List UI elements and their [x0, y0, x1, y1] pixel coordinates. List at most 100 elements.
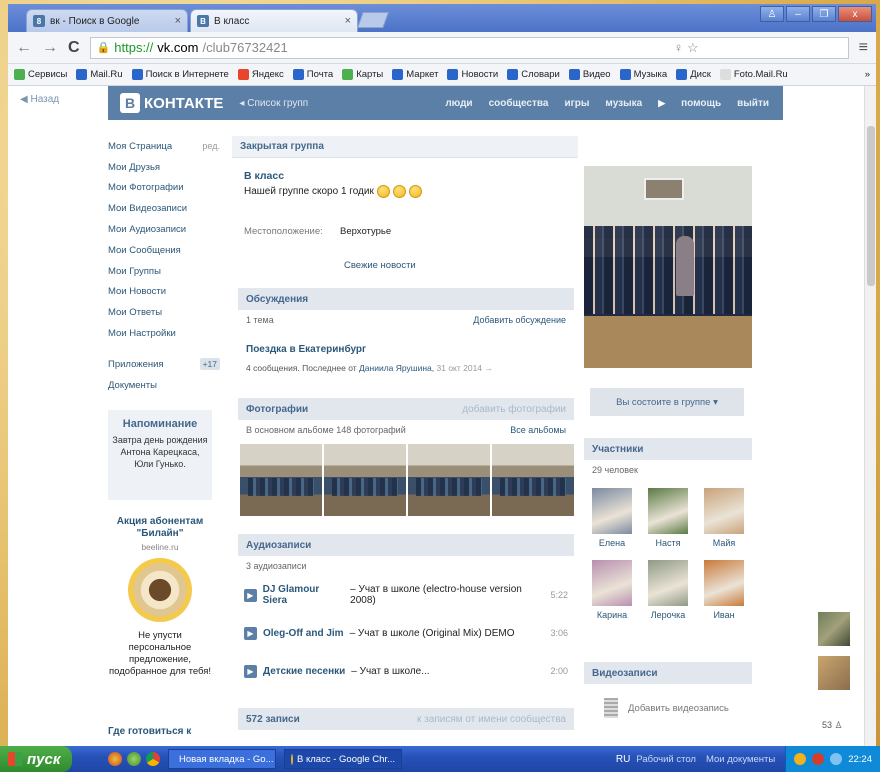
back-link[interactable]: ◀ Назад: [20, 94, 59, 105]
bookmark-item[interactable]: Карты: [342, 69, 383, 80]
bookmark-item[interactable]: Диск: [676, 69, 711, 80]
member-card[interactable]: Карина: [584, 560, 640, 620]
members-header[interactable]: Участники: [584, 438, 752, 460]
media-icon[interactable]: [127, 752, 141, 766]
track-artist[interactable]: Детские песенки: [263, 666, 345, 677]
thread-date[interactable]: 31 окт 2014: [437, 363, 483, 373]
photo-thumbnail[interactable]: [240, 444, 322, 516]
taskbar-vk-window[interactable]: В класс - Google Chr...: [284, 749, 402, 769]
menu-apps[interactable]: Приложения +17: [108, 354, 220, 375]
close-tab-icon[interactable]: ×: [175, 15, 181, 27]
minimize-icon[interactable]: –: [786, 6, 810, 22]
bookmark-item[interactable]: Яндекс: [237, 69, 284, 80]
documents-toolbar[interactable]: Мои документы: [706, 754, 775, 765]
edit-link[interactable]: ред.: [202, 141, 220, 151]
bookmark-item[interactable]: Маркет: [392, 69, 438, 80]
bookmark-item[interactable]: Mail.Ru: [76, 69, 123, 80]
menu-news[interactable]: Мои Новости: [108, 282, 220, 303]
close-window-icon[interactable]: x: [838, 6, 872, 22]
thread-author[interactable]: Даниила Ярушина,: [359, 363, 434, 373]
group-photo[interactable]: [584, 166, 752, 368]
tab-google-search[interactable]: 8 вк - Поиск в Google ×: [26, 9, 188, 32]
track-artist[interactable]: Oleg-Off and Jim: [263, 628, 344, 639]
tab-vk-group[interactable]: B В класс ×: [190, 9, 358, 32]
maximize-icon[interactable]: ❐: [812, 6, 836, 22]
back-arrow-icon[interactable]: ←: [16, 39, 32, 57]
nav-logout[interactable]: выйти: [737, 98, 769, 109]
bookmark-star-icon[interactable]: ♀ ☆: [674, 40, 842, 56]
track-artist[interactable]: DJ Glamour Siera: [263, 584, 345, 606]
play-icon[interactable]: ▶: [244, 664, 257, 678]
photos-header[interactable]: Фотографии добавить фотографии: [238, 398, 574, 420]
add-discussion-link[interactable]: Добавить обсуждение: [473, 315, 566, 325]
bookmark-item[interactable]: Почта: [292, 69, 333, 80]
photo-thumbnail[interactable]: [492, 444, 574, 516]
member-card[interactable]: Елена: [584, 488, 640, 548]
menu-answers[interactable]: Мои Ответы: [108, 302, 220, 323]
bookmark-item[interactable]: Сервисы: [14, 69, 67, 80]
avatar[interactable]: [648, 488, 688, 534]
posts-by-community-link[interactable]: к записям от имени сообщества: [417, 714, 566, 725]
discussions-header[interactable]: Обсуждения: [238, 288, 574, 310]
videos-header[interactable]: Видеозаписи: [584, 662, 752, 684]
new-tab-button[interactable]: [357, 12, 389, 28]
tray-icon[interactable]: [794, 753, 807, 765]
scrollbar-thumb[interactable]: [867, 126, 875, 286]
avatar[interactable]: [704, 488, 744, 534]
avatar[interactable]: [592, 560, 632, 606]
ad-title[interactable]: Акция абонентам "Билайн": [108, 516, 212, 540]
menu-groups[interactable]: Мои Группы: [108, 261, 220, 282]
member-card[interactable]: Иван: [696, 560, 752, 620]
ad-block[interactable]: Акция абонентам "Билайн" beeline.ru Не у…: [108, 516, 212, 678]
network-icon[interactable]: [830, 753, 843, 765]
wall-header[interactable]: 572 записи к записям от имени сообщества: [238, 708, 574, 730]
add-photos-link[interactable]: добавить фотографии: [462, 404, 566, 415]
menu-videos[interactable]: Мои Видеозаписи: [108, 198, 220, 219]
nav-people[interactable]: люди: [445, 98, 472, 109]
bookmark-item[interactable]: Словари: [507, 69, 560, 80]
vk-logo[interactable]: В КОНТАКТЕ: [120, 93, 223, 113]
member-card[interactable]: Лерочка: [640, 560, 696, 620]
menu-photos[interactable]: Мои Фотографии: [108, 178, 220, 199]
friend-avatar[interactable]: [818, 656, 850, 690]
avatar[interactable]: [648, 560, 688, 606]
chrome-icon[interactable]: [146, 752, 160, 766]
menu-documents[interactable]: Документы: [108, 375, 220, 396]
desktop-toolbar[interactable]: Рабочий стол: [636, 754, 696, 765]
player-icon[interactable]: ▶: [658, 98, 665, 109]
menu-friends[interactable]: Мои Друзья: [108, 157, 220, 178]
menu-my-page[interactable]: Моя Страница ред.: [108, 136, 220, 157]
user-icon[interactable]: ♙: [760, 6, 784, 22]
photo-thumbnail[interactable]: [324, 444, 406, 516]
clock[interactable]: 22:24: [848, 754, 872, 765]
member-card[interactable]: Майя: [696, 488, 752, 548]
close-tab-icon[interactable]: ×: [345, 15, 351, 27]
nav-games[interactable]: игры: [564, 98, 589, 109]
page-scrollbar[interactable]: [864, 86, 876, 746]
taskbar-new-tab[interactable]: Новая вкладка - Go...: [168, 749, 276, 769]
reminder-text[interactable]: Завтра день рождения Антона Карецкаса, Ю…: [112, 434, 208, 470]
reload-icon[interactable]: C: [68, 39, 80, 57]
avatar[interactable]: [704, 560, 744, 606]
ad-where-title[interactable]: Где готовиться к: [108, 726, 212, 737]
forward-arrow-icon[interactable]: →: [42, 39, 58, 57]
ad-coffee-image[interactable]: [128, 558, 192, 622]
tray-icon[interactable]: [812, 753, 825, 765]
bookmark-item[interactable]: Новости: [447, 69, 498, 80]
membership-button[interactable]: Вы состоите в группе ▾: [590, 388, 744, 416]
member-card[interactable]: Настя: [640, 488, 696, 548]
nav-music[interactable]: музыка: [605, 98, 642, 109]
menu-messages[interactable]: Мои Сообщения: [108, 240, 220, 261]
language-indicator[interactable]: RU: [616, 754, 630, 765]
play-icon[interactable]: ▶: [244, 626, 257, 640]
menu-audio[interactable]: Мои Аудиозаписи: [108, 219, 220, 240]
play-icon[interactable]: ▶: [244, 588, 257, 602]
browser-icon[interactable]: [108, 752, 122, 766]
bookmark-item[interactable]: Поиск в Интернете: [131, 69, 229, 80]
fresh-news-link[interactable]: Свежие новости: [344, 260, 416, 271]
photo-thumbnail[interactable]: [408, 444, 490, 516]
address-bar[interactable]: 🔒 https://vk.com/club76732421 ♀ ☆: [89, 36, 849, 59]
menu-settings[interactable]: Мои Настройки: [108, 323, 220, 344]
all-albums-link[interactable]: Все альбомы: [510, 425, 566, 435]
menu-icon[interactable]: ≡: [859, 39, 868, 57]
